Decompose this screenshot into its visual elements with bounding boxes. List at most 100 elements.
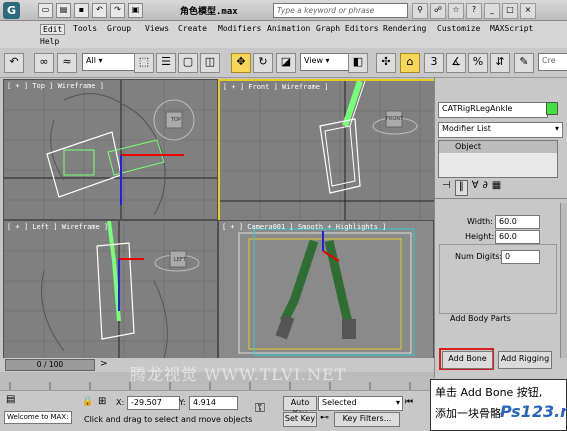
rotate-icon[interactable]: ↻ [253, 53, 273, 73]
maxscript-listener[interactable]: Welcome to MAX: [4, 411, 72, 424]
menu-views[interactable]: Views [145, 24, 169, 33]
key-icon[interactable]: ⚿ [255, 401, 265, 416]
menu-group[interactable]: Group [107, 24, 131, 33]
pin-stack-icon[interactable]: ⊣ [442, 180, 451, 196]
menu-help[interactable]: Help [40, 37, 59, 46]
add-bone-button[interactable]: Add Bone [442, 351, 493, 369]
lock-icon[interactable]: 🔒 [82, 397, 94, 409]
select-by-name-icon[interactable]: ☰ [156, 53, 176, 73]
undo-icon[interactable]: ↶ [92, 3, 107, 18]
auto-key-button[interactable]: Auto Key [283, 396, 317, 418]
menu-edit[interactable]: Edit [40, 24, 66, 35]
add-body-parts-label: Add Body Parts [450, 314, 511, 323]
binoculars-icon[interactable]: ⚲ [412, 3, 428, 19]
menu-modifiers[interactable]: Modifiers [218, 24, 261, 33]
object-color-swatch[interactable] [546, 102, 558, 115]
key-filter-icon[interactable]: ⊷ [320, 413, 329, 423]
undo-icon[interactable]: ↶ [4, 53, 24, 73]
named-selection-icon[interactable]: ✎ [514, 53, 534, 73]
angle-snap-icon[interactable]: ∡ [446, 53, 466, 73]
modifier-list-dropdown[interactable]: Modifier List ▾ [438, 122, 563, 138]
menu-customize[interactable]: Customize [437, 24, 480, 33]
open-file-icon[interactable]: ▤ [56, 3, 71, 18]
viewport-camera[interactable]: [ + ] Camera001 ] Smooth + Highlights ] [218, 220, 434, 360]
viewport-left-canvas [4, 221, 217, 359]
star-icon[interactable]: ☆ [448, 3, 464, 19]
remove-modifier-icon[interactable]: ∂ [483, 180, 488, 196]
maximize-icon[interactable]: □ [502, 3, 518, 19]
spinner-snap-icon[interactable]: ⇵ [490, 53, 510, 73]
percent-snap-icon[interactable]: % [468, 53, 488, 73]
menu-graph-editors[interactable]: Graph Editors [316, 24, 379, 33]
project-icon[interactable]: ▣ [128, 3, 143, 18]
stack-item-object[interactable]: Object [439, 141, 557, 153]
menu-create[interactable]: Create [178, 24, 207, 33]
new-file-icon[interactable]: ▭ [38, 3, 53, 18]
x-coordinate-field[interactable]: -29.507 [127, 396, 180, 410]
scale-icon[interactable]: ◪ [276, 53, 296, 73]
menu-bar: Edit Tools Group Views Create Modifiers … [0, 21, 567, 48]
viewport-front[interactable]: [ + ] Front ] Wireframe ] FRONT [218, 79, 436, 222]
menu-tools[interactable]: Tools [73, 24, 97, 33]
viewport-front-canvas [220, 81, 434, 220]
viewport-left[interactable]: [ + ] Left ] Wireframe ] LEFT [3, 220, 218, 360]
y-coordinate-field[interactable]: 4.914 [189, 396, 238, 410]
num-digits-spinner[interactable]: 0 [501, 250, 540, 264]
app-logo-icon[interactable]: G [3, 2, 20, 19]
next-frame-icon[interactable]: > [100, 359, 108, 369]
height-spinner[interactable]: 60.0 [495, 230, 540, 244]
modifier-list-label: Modifier List [442, 124, 491, 133]
width-spinner[interactable]: 60.0 [495, 215, 540, 229]
viewport-camera-canvas [238, 228, 415, 356]
pivot-icon[interactable]: ◧ [348, 53, 368, 73]
key-mode-dropdown[interactable]: Selected ▾ [318, 396, 403, 411]
snap-icon[interactable]: 3 [424, 53, 444, 73]
viewcube-front[interactable]: FRONT [386, 116, 403, 122]
search-input[interactable]: Type a keyword or phrase [273, 3, 408, 18]
show-end-result-icon[interactable]: ‖ [454, 180, 468, 196]
time-slider[interactable]: 0 / 100 [5, 359, 95, 371]
move-icon[interactable]: ✥ [231, 53, 251, 73]
selection-filter-dropdown[interactable]: All ▾ [82, 53, 135, 71]
viewport-left-label[interactable]: [ + ] Left ] Wireframe ] [7, 223, 108, 231]
viewport-top-label[interactable]: [ + ] Top ] Wireframe ] [7, 82, 104, 90]
title-bar: G ▭ ▤ ▪ ↶ ↷ ▣ 角色模型.max Type a keyword or… [0, 0, 567, 21]
viewport-top[interactable]: [ + ] Top ] Wireframe ] TOP [3, 79, 218, 220]
title-tools: ⚲ ☍ ☆ ? _ □ × [412, 3, 562, 19]
go-to-start-icon[interactable]: ⏮ [405, 397, 413, 407]
configure-sets-icon[interactable]: ▦ [492, 180, 501, 196]
key-filters-button[interactable]: Key Filters... [334, 412, 400, 427]
help-icon[interactable]: ? [466, 3, 482, 19]
viewport-camera-label[interactable]: [ + ] Camera001 ] Smooth + Highlights ] [222, 223, 386, 231]
viewport-front-label[interactable]: [ + ] Front ] Wireframe ] [223, 83, 328, 91]
keyboard-shortcut-icon[interactable]: ⌂ [400, 53, 420, 73]
viewcube-left[interactable]: LEFT [174, 257, 186, 263]
redo-icon[interactable]: ↷ [110, 3, 125, 18]
modifier-stack[interactable]: Object [438, 140, 558, 178]
object-name-field[interactable]: CATRigRLegAnkle [438, 102, 548, 118]
chevron-down-icon: ▾ [395, 398, 400, 407]
menu-maxscript[interactable]: MAXScript [490, 24, 533, 33]
add-rigging-button[interactable]: Add Rigging [498, 351, 552, 369]
panel-scrollbar[interactable] [560, 203, 567, 358]
select-manipulate-icon[interactable]: ✣ [376, 53, 396, 73]
community-icon[interactable]: ☍ [430, 3, 446, 19]
absolute-mode-icon[interactable]: ⊞ [98, 396, 113, 410]
menu-rendering[interactable]: Rendering [383, 24, 426, 33]
reference-coordinate-dropdown[interactable]: View ▾ [300, 53, 349, 71]
named-selection-field[interactable]: Cre [538, 53, 567, 71]
save-icon[interactable]: ▪ [74, 3, 89, 18]
set-key-button[interactable]: Set Key [283, 412, 317, 427]
window-crossing-icon[interactable]: ◫ [200, 53, 220, 73]
make-unique-icon[interactable]: ∀ [472, 180, 479, 196]
close-icon[interactable]: × [520, 3, 536, 19]
select-object-icon[interactable]: ⬚ [134, 53, 154, 73]
menu-animation[interactable]: Animation [267, 24, 310, 33]
link-icon[interactable]: ∞ [34, 53, 54, 73]
bind-spacewarp-icon[interactable]: ≈ [57, 53, 77, 73]
viewcube-top[interactable]: TOP [171, 117, 181, 123]
mini-listener-icon[interactable]: ▤ [6, 394, 21, 407]
num-digits-label: Num Digits: [455, 252, 503, 261]
rectangle-selection-icon[interactable]: ▢ [178, 53, 198, 73]
minimize-icon[interactable]: _ [484, 3, 500, 19]
